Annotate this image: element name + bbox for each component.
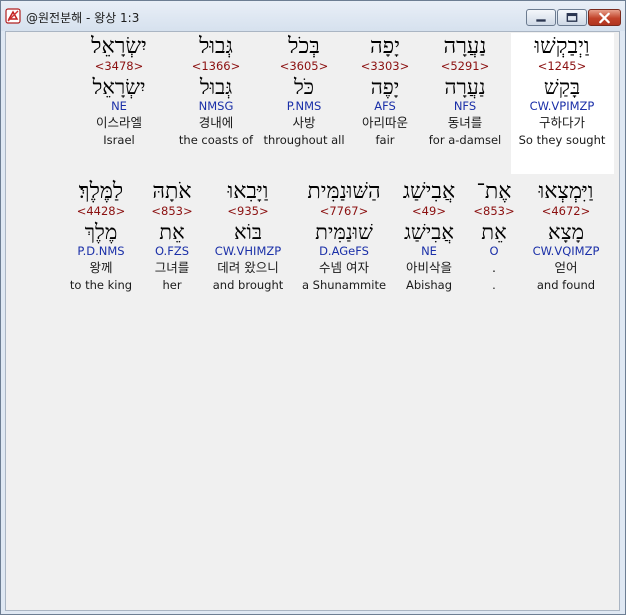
morphology-code: CW.VQIMZP <box>532 244 600 258</box>
hebrew-root: בּוֹא <box>233 220 263 244</box>
korean-gloss: 경내에 <box>198 115 234 130</box>
korean-gloss: 이스라엘 <box>95 115 142 130</box>
korean-gloss: 얻어 <box>554 260 578 275</box>
english-gloss: for a-damsel <box>428 133 502 147</box>
hebrew-word: יִשְׂרָאֵל <box>91 34 147 59</box>
morphology-code: NMSG <box>198 99 234 113</box>
english-gloss: and brought <box>212 278 284 292</box>
strong-number: <1366> <box>191 59 241 73</box>
window-title: @원전분해 - 왕상 1:3 <box>26 11 140 25</box>
hebrew-word: וַיְבַקְשׁוּ <box>534 34 590 59</box>
hebrew-root: גְּבוּל <box>199 75 233 99</box>
maximize-button[interactable] <box>557 9 587 26</box>
bible-app-icon <box>5 8 21 24</box>
analysis-panel: יִשְׂרָאֵל <3478> יִשְׂרָאֵל NE 이스라엘 Israel גְ… <box>5 31 620 611</box>
hebrew-word: נַעֲרָה <box>443 34 487 59</box>
hebrew-root: נַעֲרָה <box>444 75 486 99</box>
hebrew-word: וַיָּבִאוּ <box>227 179 269 204</box>
strong-number: <4672> <box>541 204 591 218</box>
english-gloss: So they sought <box>518 133 606 147</box>
korean-gloss: 데려 왔으니 <box>217 260 279 275</box>
hebrew-word: וַיִּמְצְאוּ <box>538 179 594 204</box>
english-gloss: and found <box>536 278 596 292</box>
hebrew-root: מָצָא <box>547 220 585 244</box>
morphology-code: NFS <box>453 99 477 113</box>
title-bar[interactable]: @원전분해 - 왕상 1:3 <box>1 1 625 31</box>
english-gloss: the coasts of <box>178 133 254 147</box>
korean-gloss: 구하다가 <box>538 115 585 130</box>
morphology-code: NE <box>111 99 127 113</box>
english-gloss: Israel <box>103 133 135 147</box>
morphology-code: CW.VHIMZP <box>214 244 282 258</box>
hebrew-root: בָּקַשׁ <box>543 75 581 99</box>
close-icon <box>599 12 610 24</box>
strong-number: <5291> <box>440 59 490 73</box>
hebrew-word: גְּבוּל <box>199 34 233 59</box>
morphology-code: CW.VPIMZP <box>529 99 595 113</box>
minimize-button[interactable] <box>526 9 556 26</box>
hebrew-root: יִשְׂרָאֵל <box>92 75 146 99</box>
app-window: @원전분해 - 왕상 1:3 יִשְׂרָאֵל <3478> יִשְׂרָאֵ… <box>0 0 626 615</box>
strong-number: <3478> <box>94 59 144 73</box>
maximize-icon <box>566 13 578 22</box>
close-button[interactable] <box>588 9 621 26</box>
korean-gloss: 동녀를 <box>447 115 483 130</box>
minimize-icon <box>536 19 546 22</box>
strong-number: <935> <box>227 204 269 218</box>
strong-number: <1245> <box>537 59 587 73</box>
